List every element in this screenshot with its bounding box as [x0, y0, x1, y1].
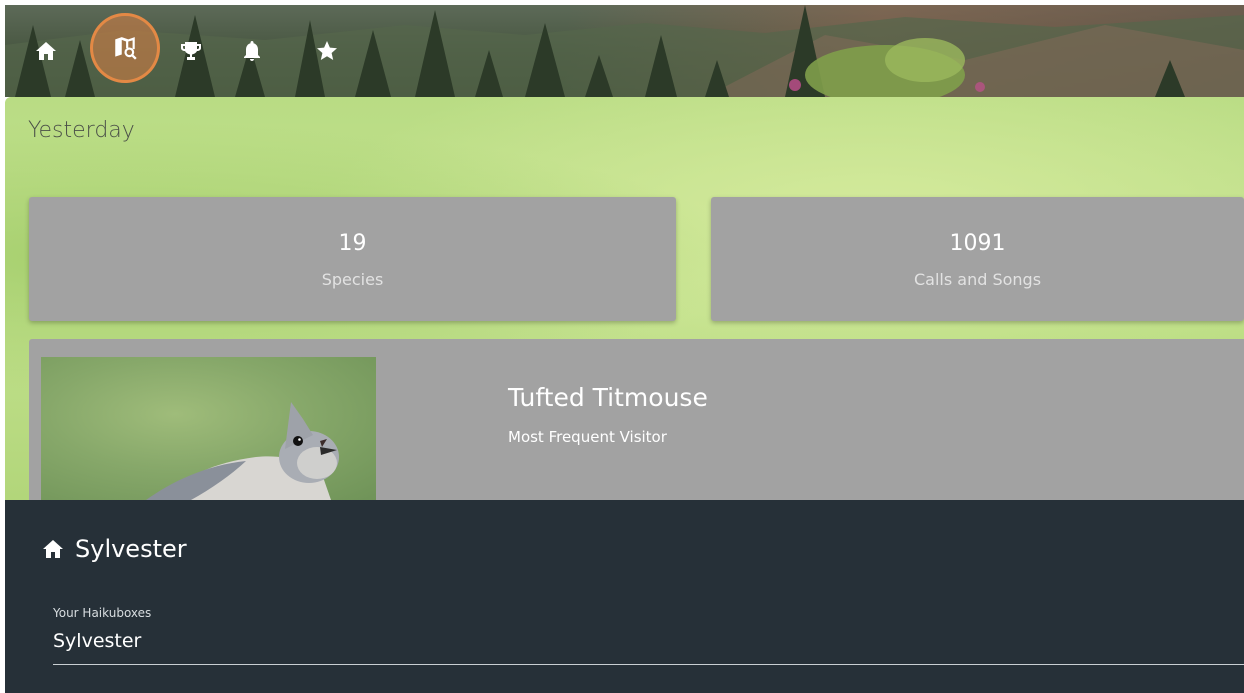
- species-count-value: 19: [338, 231, 367, 256]
- home-icon: [36, 42, 56, 60]
- calls-count-label: Calls and Songs: [913, 270, 1042, 289]
- nav-favorites-button[interactable]: [307, 31, 347, 71]
- haikubox-name: Sylvester: [75, 535, 187, 563]
- top-visitor-card[interactable]: Tufted Titmouse Most Frequent Visitor: [29, 339, 1244, 500]
- app-root: Yesterday 19 Species 1091 Calls and Song…: [0, 0, 1244, 693]
- header-banner: [5, 5, 1244, 97]
- top-visitor-name: Tufted Titmouse: [508, 383, 708, 412]
- nav-trophy-button[interactable]: [171, 31, 211, 71]
- top-visitor-subtitle: Most Frequent Visitor: [508, 428, 667, 446]
- summary-title: Yesterday: [28, 118, 135, 143]
- nav-map-search-button[interactable]: [90, 13, 160, 83]
- select-underline: [53, 664, 1244, 665]
- nav-home-button[interactable]: [26, 31, 66, 71]
- home-icon: [41, 537, 65, 561]
- haikubox-select[interactable]: Sylvester: [53, 630, 141, 652]
- star-icon: [317, 41, 337, 60]
- calls-count-value: 1091: [949, 231, 1006, 256]
- nav-notifications-button[interactable]: [232, 31, 272, 71]
- haikubox-select-label: Your Haikuboxes: [53, 606, 152, 620]
- haikubox-title: Sylvester: [41, 535, 187, 563]
- bell-icon: [244, 41, 260, 61]
- map-search-icon: [115, 37, 137, 60]
- species-count-card[interactable]: 19 Species: [29, 197, 676, 321]
- trophy-icon: [181, 42, 201, 60]
- tufted-titmouse-photo: [41, 357, 376, 500]
- calls-count-card[interactable]: 1091 Calls and Songs: [711, 197, 1244, 321]
- species-count-label: Species: [321, 270, 384, 289]
